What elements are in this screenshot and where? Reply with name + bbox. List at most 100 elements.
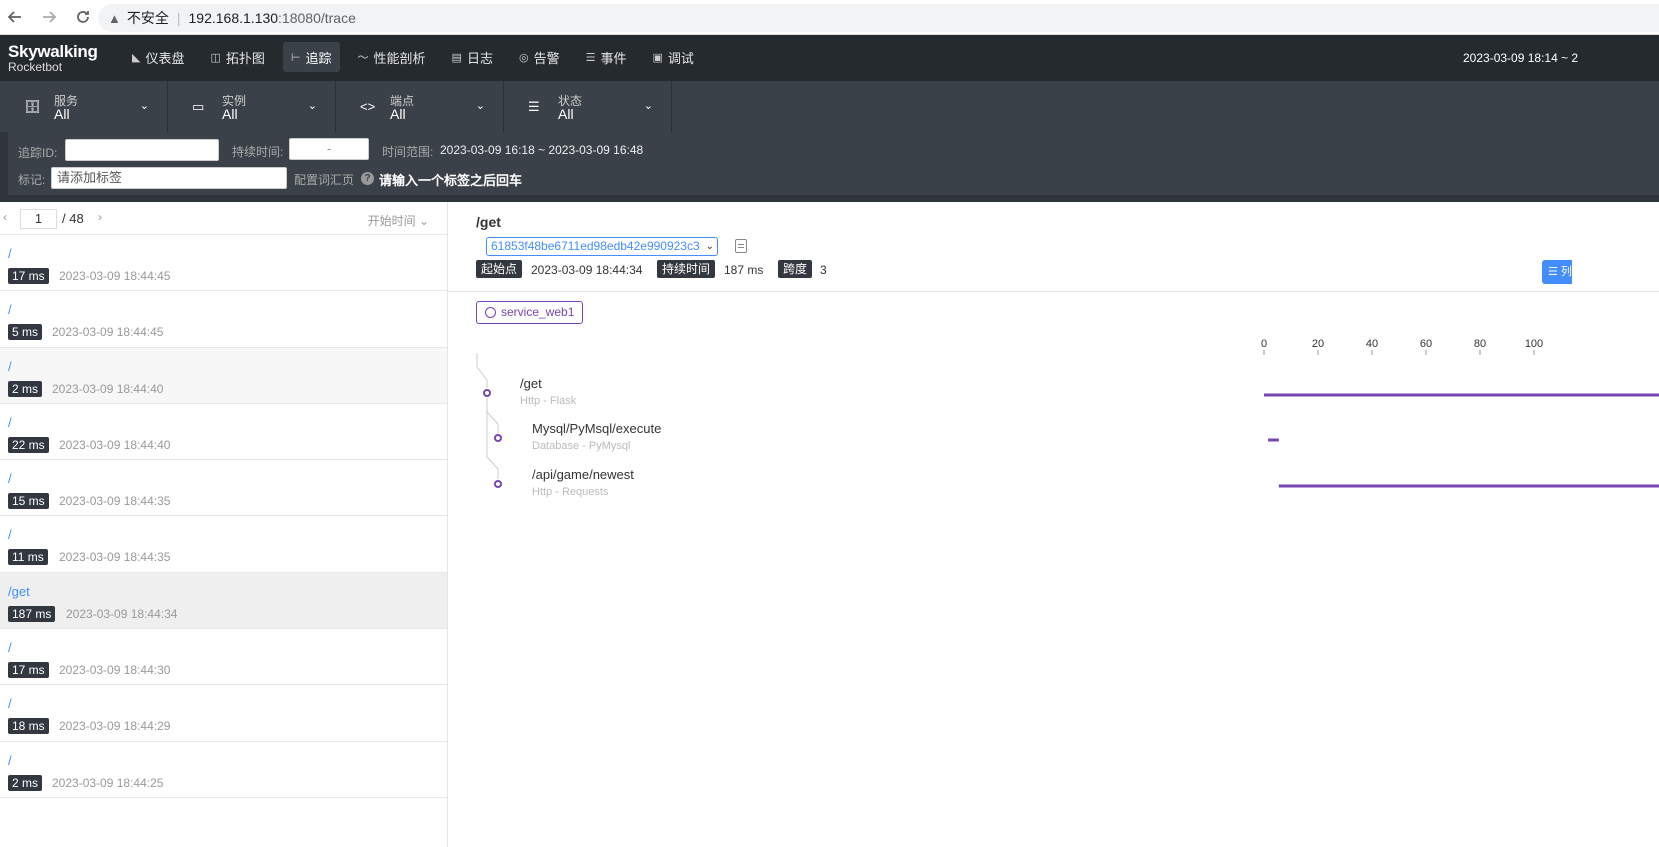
- page-total: / 48: [62, 211, 84, 226]
- instance-filter[interactable]: ▭ 实例 All ⌄: [168, 81, 336, 132]
- trace-id-input[interactable]: [65, 139, 219, 161]
- trace-list-item[interactable]: / 22 ms 2023-03-09 18:44:40: [0, 404, 447, 461]
- trace-list-item[interactable]: / 11 ms 2023-03-09 18:44:35: [0, 516, 447, 573]
- trace-list-item[interactable]: / 17 ms 2023-03-09 18:44:45: [0, 235, 447, 292]
- url-path: :18080/trace: [278, 10, 356, 26]
- menu-log[interactable]: ▤ 日志: [444, 42, 501, 72]
- span-component: Http - Flask: [520, 395, 577, 407]
- trace-list-item[interactable]: / 17 ms 2023-03-09 18:44:30: [0, 629, 447, 686]
- trace-endpoint[interactable]: /: [8, 471, 12, 486]
- trace-endpoint[interactable]: /: [8, 246, 12, 261]
- menu-label: 拓扑图: [225, 50, 265, 66]
- page-input[interactable]: 1: [20, 209, 57, 229]
- trace-endpoint[interactable]: /get: [8, 584, 30, 599]
- trace-list-item[interactable]: / 15 ms 2023-03-09 18:44:35: [0, 460, 447, 517]
- top-navigation: Skywalking Rocketbot ◣ 仪表盘 ◫ 拓扑图 ⊢ 追踪 〜性能剖析…: [0, 35, 1659, 81]
- duration-label: 持续时间:: [232, 145, 284, 159]
- trace-list-item[interactable]: /get 187 ms 2023-03-09 18:44:34: [0, 572, 447, 630]
- chevron-down-icon: ⌄: [475, 100, 485, 112]
- trace-endpoint[interactable]: /: [8, 527, 12, 542]
- forward-icon[interactable]: [38, 6, 60, 28]
- menu-label: 事件: [600, 50, 627, 66]
- menu-topology[interactable]: ◫ 拓扑图: [202, 42, 272, 72]
- global-time-range[interactable]: 2023-03-09 18:14 ~ 2: [1463, 51, 1659, 65]
- axis-tick-label: 60: [1420, 338, 1432, 350]
- filter-value: All: [222, 106, 238, 122]
- menu-alarm[interactable]: ◎ 告警: [511, 42, 568, 72]
- chevron-left-icon[interactable]: ‹: [3, 210, 7, 224]
- span-node-dot: [483, 389, 491, 397]
- trace-list-item[interactable]: / 5 ms 2023-03-09 18:44:45: [0, 291, 447, 348]
- trace-list: / 17 ms 2023-03-09 18:44:45 / 5 ms 2023-03-09…: [0, 235, 447, 798]
- menu-label: 仪表盘: [145, 50, 185, 66]
- trace-endpoint[interactable]: /: [8, 640, 12, 655]
- tags-input[interactable]: 请添加标签: [51, 167, 287, 189]
- trace-start-time: 2023-03-09 18:44:25: [52, 775, 164, 790]
- span-value: 3: [820, 263, 827, 277]
- help-icon[interactable]: ?: [361, 172, 374, 185]
- menu-dashboard[interactable]: ◣ 仪表盘: [124, 42, 192, 72]
- pagination: ‹ 1 / 48 › 开始时间 ⌄: [0, 202, 447, 235]
- duration-input[interactable]: -: [289, 138, 369, 160]
- config-link[interactable]: 配置词汇页: [294, 171, 354, 188]
- trace-start-time: 2023-03-09 18:44:35: [59, 550, 171, 565]
- span-name[interactable]: /api/game/newest: [532, 467, 634, 482]
- chevron-right-icon[interactable]: ›: [98, 210, 102, 224]
- trace-endpoint[interactable]: /: [8, 359, 12, 374]
- span-name[interactable]: Mysql/PyMsql/execute: [532, 421, 661, 436]
- span-bar[interactable]: [1268, 438, 1279, 442]
- trace-list-item[interactable]: / 2 ms 2023-03-09 18:44:40: [0, 347, 447, 404]
- trace-icon: ⊢: [290, 51, 301, 64]
- status-filter[interactable]: ☰ 状态 All ⌄: [504, 81, 672, 132]
- span-tree-lines: [476, 353, 502, 488]
- trace-start-time: 2023-03-09 18:44:45: [59, 269, 171, 283]
- span-component: Database - PyMysql: [532, 440, 631, 452]
- span-bar[interactable]: [1278, 484, 1659, 488]
- duration-badge: 2 ms: [8, 774, 43, 791]
- trace-start-time: 2023-03-09 18:44:40: [59, 437, 171, 452]
- axis-tick-label: 20: [1312, 338, 1324, 350]
- dashboard-icon: ◣: [132, 51, 141, 64]
- warning-icon: ▲: [108, 10, 121, 26]
- time-range-value[interactable]: 2023-03-09 16:18 ~ 2023-03-09 16:48: [440, 143, 643, 157]
- filter-value: All: [54, 106, 70, 122]
- trace-start-time: 2023-03-09 18:44:40: [52, 381, 164, 396]
- trace-detail: /get 61853f48be6711ed98edb42e990923c3 ⌄ …: [448, 202, 1659, 847]
- trace-endpoint[interactable]: /: [8, 415, 12, 430]
- menu-debug[interactable]: ▣ 调试: [644, 42, 701, 72]
- trace-list-item[interactable]: / 2 ms 2023-03-09 18:44:25: [0, 742, 447, 798]
- trace-list-panel: ‹ 1 / 48 › 开始时间 ⌄ / 17 ms 2023-03-09 18:44…: [0, 202, 448, 847]
- menu-trace[interactable]: ⊢ 追踪: [282, 42, 340, 72]
- span-tag: 跨度: [778, 260, 813, 278]
- sort-label: 开始时间: [367, 214, 416, 228]
- trace-endpoint[interactable]: /: [8, 696, 12, 711]
- status-icon: ☰: [528, 99, 540, 114]
- trace-endpoint[interactable]: /: [8, 302, 12, 317]
- chevron-down-icon: ⌄: [705, 241, 714, 252]
- search-panel-inner: 追踪ID: 持续时间: - 时间范围: 2023-03-09 16:18 ~ 2…: [8, 132, 1659, 195]
- copy-icon[interactable]: [735, 239, 747, 253]
- back-icon[interactable]: [4, 6, 26, 28]
- span-bar[interactable]: [1264, 393, 1659, 397]
- logo-subtitle: Rocketbot: [8, 60, 63, 74]
- axis-tick-label: 100: [1525, 338, 1543, 350]
- trace-endpoint[interactable]: /: [8, 753, 12, 768]
- browser-toolbar: ▲ 不安全 | 192.168.1.130 :18080/trace: [0, 0, 1659, 35]
- logo[interactable]: Skywalking Rocketbot: [8, 43, 98, 74]
- trace-start-time: 2023-03-09 18:44:30: [59, 663, 171, 678]
- trace-list-item[interactable]: / 18 ms 2023-03-09 18:44:29: [0, 685, 447, 742]
- menu-profile[interactable]: 〜性能剖析: [350, 42, 434, 72]
- debug-icon: ▣: [652, 51, 663, 64]
- axis-tick-label: 80: [1474, 338, 1486, 350]
- duration-value: 187 ms: [724, 263, 764, 277]
- reload-icon[interactable]: [72, 6, 94, 28]
- tags-label: 标记:: [18, 173, 46, 187]
- duration-badge: 22 ms: [8, 436, 49, 453]
- sort-dropdown[interactable]: 开始时间 ⌄: [368, 212, 429, 229]
- list-view-button[interactable]: ☰ 列: [1542, 260, 1572, 284]
- address-bar[interactable]: ▲ 不安全 | 192.168.1.130 :18080/trace: [98, 4, 1659, 32]
- span-name[interactable]: /get: [520, 376, 542, 391]
- service-filter[interactable]: 🗄 服务 All ⌄: [0, 81, 168, 132]
- endpoint-filter[interactable]: <> 端点 All ⌄: [336, 81, 504, 132]
- menu-event[interactable]: ☰ 事件: [578, 42, 635, 72]
